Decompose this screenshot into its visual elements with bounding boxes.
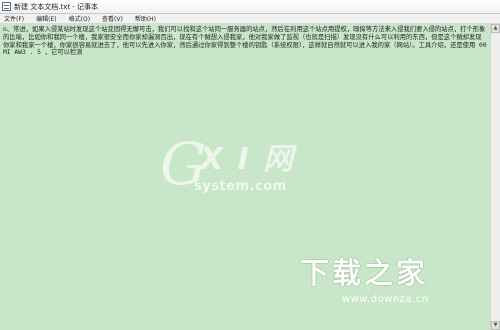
vertical-scrollbar[interactable]: ▲ ▼ (490, 24, 500, 330)
watermark-domain: system.com (194, 179, 287, 194)
watermark-brand-text: X I 网 (200, 142, 296, 177)
menu-help[interactable]: 帮助(H) (135, 14, 156, 23)
scroll-down-button[interactable]: ▼ (491, 321, 500, 330)
notepad-window: 新建 文本文档.txt - 记事本 文件(F) 编辑(E) 格式(O) 查看(V… (0, 0, 500, 330)
scroll-up-button[interactable]: ▲ (491, 24, 500, 33)
brand-url: www.downza.cn (342, 294, 429, 305)
document-text[interactable]: n、常进，如果入侵某站时发现这个站变固得无懈可击，我们可以找和这个站同一服务器的… (3, 26, 487, 57)
menu-edit[interactable]: 编辑(E) (36, 14, 56, 23)
window-title: 新建 文本文档.txt - 记事本 (14, 2, 99, 11)
watermark-logo: G X I 网 system.com (160, 135, 330, 210)
menu-file[interactable]: 文件(F) (4, 14, 24, 23)
menu-view[interactable]: 查看(V) (102, 14, 123, 23)
notepad-icon (2, 2, 11, 11)
title-bar[interactable]: 新建 文本文档.txt - 记事本 (0, 0, 500, 14)
menu-bar: 文件(F) 编辑(E) 格式(O) 查看(V) 帮助(H) (0, 14, 500, 24)
menu-format[interactable]: 格式(O) (69, 14, 90, 23)
brand-stamp: 下载之家 (300, 256, 429, 290)
